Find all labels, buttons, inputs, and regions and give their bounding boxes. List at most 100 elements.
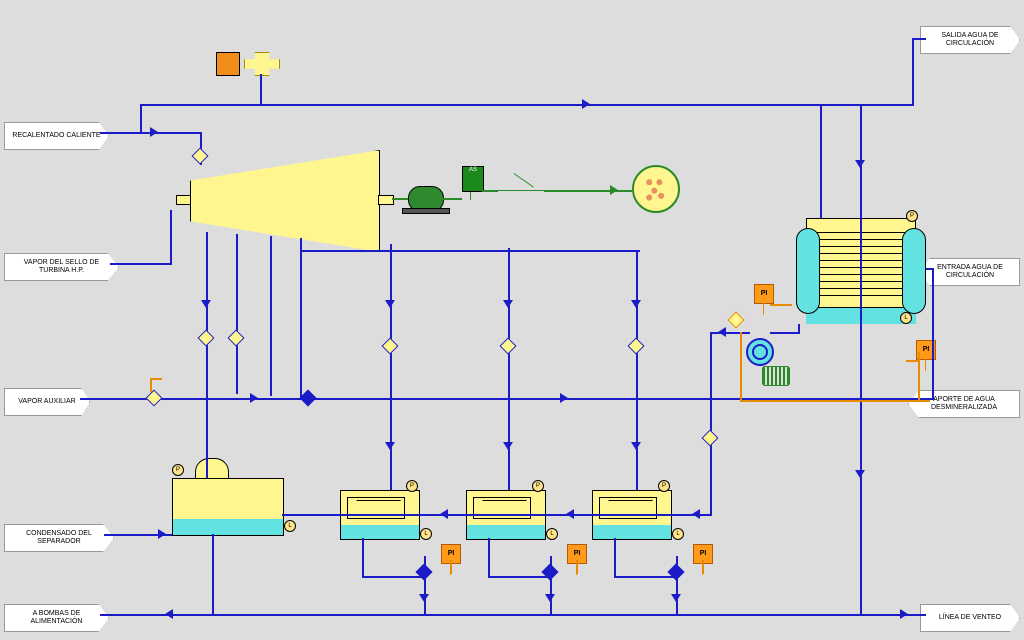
gen-link-3 xyxy=(482,190,498,192)
pipe xyxy=(860,106,862,616)
pipe xyxy=(932,268,934,400)
pipe xyxy=(140,104,914,106)
pipe xyxy=(236,234,238,394)
arrow-icon xyxy=(560,393,568,403)
tag-vapor-sello: VAPOR DEL SELLO DE TURBINA H.P. xyxy=(4,253,119,281)
valve-icon xyxy=(702,430,719,447)
l-indicator: L xyxy=(420,528,432,540)
tag-salida-agua: SALIDA AGUA DE CIRCULACIÓN xyxy=(920,26,1020,54)
valve-closed-icon xyxy=(300,390,317,407)
pipe xyxy=(798,324,800,334)
turbine-shaft-left xyxy=(176,195,192,205)
pipe-orange xyxy=(450,560,452,574)
arrow-icon xyxy=(385,442,395,450)
pipe xyxy=(912,38,926,40)
pipe-orange xyxy=(150,378,162,380)
tag-label: VAPOR AUXILIAR xyxy=(18,398,75,406)
pipe-orange xyxy=(702,560,704,574)
pipe-orange xyxy=(918,352,920,402)
arrow-icon xyxy=(692,509,700,519)
tag-linea-venteo: LÍNEA DE VENTEO xyxy=(920,604,1020,632)
arrow-icon xyxy=(201,300,211,308)
pipe-orange xyxy=(576,560,578,574)
p-indicator: P xyxy=(406,480,418,492)
condenser-waterbox-right xyxy=(902,228,926,314)
valve-icon xyxy=(146,390,163,407)
tag-label: ENTRADA AGUA DE CIRCULACIÓN xyxy=(925,264,1015,279)
arrow-icon xyxy=(385,300,395,308)
arrow-icon xyxy=(545,594,555,602)
valve-icon xyxy=(628,338,645,355)
arrow-icon xyxy=(671,594,681,602)
p-indicator: P xyxy=(532,480,544,492)
pipe xyxy=(140,104,142,134)
pipe xyxy=(614,538,616,578)
tag-label: VAPOR DEL SELLO DE TURBINA H.P. xyxy=(9,259,114,274)
meter-label: AS xyxy=(469,167,477,173)
condensate-pump xyxy=(746,338,774,366)
pipe xyxy=(362,576,424,578)
l-indicator: L xyxy=(284,520,296,532)
pi-indicator: PI xyxy=(754,284,774,304)
l-indicator: L xyxy=(900,312,912,324)
pipe xyxy=(300,250,640,252)
arrow-icon xyxy=(150,127,158,137)
shaft-coupling xyxy=(392,198,408,200)
valve-icon xyxy=(192,148,209,165)
pipe xyxy=(424,576,426,614)
tag-label: A BOMBAS DE ALIMENTACIÓN xyxy=(9,610,104,625)
pipe xyxy=(488,576,550,578)
tag-aporte-agua: APORTE DE AGUA DESMINERALIZADA xyxy=(908,390,1020,418)
tag-recalentado: RECALENTADO CALIENTE xyxy=(4,122,109,150)
pipe xyxy=(362,538,364,578)
tag-label: RECALENTADO CALIENTE xyxy=(12,132,100,140)
pipe xyxy=(282,514,710,516)
pipe xyxy=(300,238,302,398)
pipe xyxy=(170,210,172,265)
meter-panel: AS xyxy=(462,166,484,192)
valve-icon xyxy=(198,330,215,347)
breaker-switch xyxy=(498,190,544,191)
pump-motor xyxy=(762,366,790,386)
grid-map-icon xyxy=(632,165,680,213)
arrow-icon xyxy=(718,327,726,337)
grid-wire xyxy=(544,190,632,192)
pipe xyxy=(636,250,638,490)
arrow-icon xyxy=(440,509,448,519)
pipe xyxy=(820,104,822,218)
arrow-icon xyxy=(566,509,574,519)
pipe xyxy=(212,534,214,614)
pipe-orange xyxy=(906,360,918,362)
main-stop-valve xyxy=(244,52,280,76)
l-indicator: L xyxy=(672,528,684,540)
pipe xyxy=(260,74,262,104)
pid-canvas: RECALENTADO CALIENTE VAPOR DEL SELLO DE … xyxy=(0,0,1024,640)
pipe xyxy=(770,332,800,334)
valve-icon xyxy=(228,330,245,347)
gen-link-1 xyxy=(442,198,462,200)
p-indicator: P xyxy=(172,464,184,476)
pipe xyxy=(710,332,712,516)
valve-icon xyxy=(382,338,399,355)
tag-label: SALIDA AGUA DE CIRCULACIÓN xyxy=(925,32,1015,47)
arrow-icon xyxy=(855,160,865,168)
arrow-icon xyxy=(158,529,166,539)
tag-label: CONDENSADO DEL SEPARADOR xyxy=(9,530,109,545)
arrow-icon xyxy=(250,393,258,403)
l-indicator: L xyxy=(546,528,558,540)
tag-a-bombas: A BOMBAS DE ALIMENTACIÓN xyxy=(4,604,109,632)
pipe xyxy=(614,576,676,578)
water-level xyxy=(341,525,419,539)
pipe-orange xyxy=(740,332,742,402)
deaerator xyxy=(172,478,284,536)
arrow-icon xyxy=(503,442,513,450)
tag-condensado: CONDENSADO DEL SEPARADOR xyxy=(4,524,114,552)
arrow-icon xyxy=(165,609,173,619)
condenser-waterbox-left xyxy=(796,228,820,314)
pipe xyxy=(390,244,392,490)
pipe xyxy=(710,332,750,334)
arrow-icon xyxy=(503,300,513,308)
pipe xyxy=(100,614,926,616)
tag-label: LÍNEA DE VENTEO xyxy=(939,614,1001,622)
pipe xyxy=(270,236,272,396)
